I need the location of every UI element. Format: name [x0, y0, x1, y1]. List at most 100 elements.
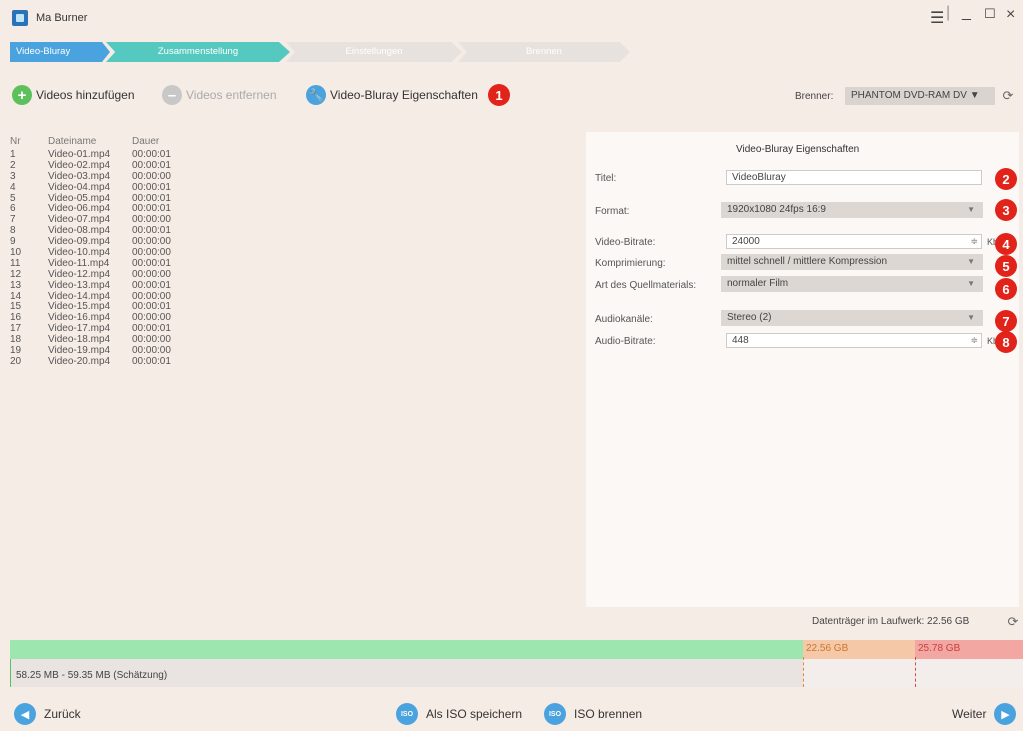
next-button[interactable]: Weiter ▶ [952, 703, 1017, 725]
wizard-steps: Video-Bluray Zusammenstellung Einstellun… [10, 42, 630, 62]
file-list: Nr Dateiname Dauer 1 Video-01.mp4 00:00:01… [8, 134, 568, 368]
row-filename: Video-04.mp4 [48, 181, 111, 193]
audio-channels-value: Stereo (2) [727, 312, 772, 323]
burn-iso-icon: ISO [544, 703, 566, 725]
badge-7: 7 [995, 310, 1017, 332]
video-bluray-properties-button[interactable]: 🔧 Video-Bluray Eigenschaften [306, 84, 478, 106]
badge-1: 1 [488, 84, 510, 106]
close-button[interactable]: × [1006, 6, 1015, 24]
row-nr: 20 [10, 355, 22, 367]
burn-iso-button[interactable]: ISO ISO brennen [544, 703, 642, 725]
titel-label: Titel: [595, 173, 617, 184]
badge-3: 3 [995, 199, 1017, 221]
audio-bitrate-input[interactable]: 448 ≑ [726, 333, 982, 348]
burner-select[interactable]: PHANTOM DVD-RAM DV ▼ [845, 87, 995, 105]
plus-icon: + [12, 85, 32, 105]
save-iso-icon: ISO [396, 703, 418, 725]
video-bitrate-value: 24000 [732, 236, 760, 247]
header-filename: Dateiname [48, 136, 97, 147]
spinner-icon[interactable]: ≑ [970, 334, 978, 347]
chevron-down-icon: ▼ [967, 279, 975, 288]
title-divider: | [946, 4, 951, 21]
audio-channels-select[interactable]: Stereo (2) ▼ [721, 310, 983, 326]
file-list-rows: 1 Video-01.mp4 00:00:01 2 Video-02.mp4 00:00:… [8, 149, 568, 368]
maximize-button[interactable]: ☐ [984, 6, 996, 22]
video-bitrate-input[interactable]: 24000 ≑ [726, 234, 982, 249]
chevron-down-icon: ▼ [967, 313, 975, 322]
video-bluray-properties-label: Video-Bluray Eigenschaften [330, 88, 478, 102]
step-einstellungen[interactable]: Einstellungen [286, 42, 462, 62]
refresh-burner-icon[interactable]: ⟳ [1000, 88, 1016, 104]
badge-6: 6 [995, 278, 1017, 300]
disk-used-segment [10, 640, 803, 659]
save-iso-button[interactable]: ISO Als ISO speichern [396, 703, 522, 725]
menu-icon[interactable]: ☰ [930, 8, 944, 28]
row-nr: 13 [10, 279, 22, 291]
badge-5: 5 [995, 255, 1017, 277]
badge-8: 8 [995, 331, 1017, 353]
remove-videos-label: Videos entfernen [186, 88, 277, 102]
arrow-left-icon: ◀ [14, 703, 36, 725]
disk-marker-1-line [803, 657, 804, 687]
step-video-bluray[interactable]: Video-Bluray [10, 42, 110, 62]
format-select[interactable]: 1920x1080 24fps 16:9 ▼ [721, 202, 983, 218]
titel-input[interactable]: VideoBluray [726, 170, 982, 185]
source-material-value: normaler Film [727, 278, 789, 289]
disk-lower-band-right [803, 659, 1023, 687]
chevron-down-icon: ▼ [967, 205, 975, 214]
minimize-button[interactable]: _ [962, 4, 971, 22]
audio-bitrate-value: 448 [732, 335, 749, 346]
properties-title: Video-Bluray Eigenschaften [736, 144, 860, 155]
bottom-nav: ◀ Zurück ISO Als ISO speichern ISO ISO b… [0, 695, 1023, 731]
app-logo-icon [12, 10, 28, 26]
properties-panel: Video-Bluray Eigenschaften Titel: VideoB… [586, 132, 1019, 607]
disk-marker-2-label: 25.78 GB [918, 643, 961, 654]
add-videos-label: Videos hinzufügen [36, 88, 135, 102]
toolbar: + Videos hinzufügen – Videos entfernen 🔧… [0, 74, 1023, 118]
table-row[interactable]: 4 Video-04.mp4 00:00:01 [8, 181, 568, 194]
source-material-label: Art des Quellmaterials: [595, 280, 697, 291]
burn-iso-label: ISO brennen [574, 707, 643, 721]
format-label: Format: [595, 206, 630, 217]
size-estimate: 58.25 MB - 59.35 MB (Schätzung) [16, 670, 168, 681]
add-videos-button[interactable]: + Videos hinzufügen [12, 84, 135, 106]
disk-usage-bar: 22.56 GB 25.78 GB [10, 640, 1023, 659]
back-label: Zurück [44, 707, 81, 721]
audio-channels-label: Audiokanäle: [595, 314, 653, 325]
app-title: Ma Burner [36, 12, 88, 24]
video-bitrate-label: Video-Bitrate: [595, 237, 656, 248]
step-brennen[interactable]: Brennen [458, 42, 630, 62]
table-row[interactable]: 20 Video-20.mp4 00:00:01 [8, 355, 568, 368]
compression-select[interactable]: mittel schnell / mittlere Kompression ▼ [721, 254, 983, 270]
audio-bitrate-label: Audio-Bitrate: [595, 336, 656, 347]
row-filename: Video-13.mp4 [48, 279, 111, 291]
disk-marker-2-line [915, 657, 916, 687]
badge-4: 4 [995, 233, 1017, 255]
source-material-select[interactable]: normaler Film ▼ [721, 276, 983, 292]
refresh-disk-icon[interactable]: ⟳ [1005, 614, 1021, 630]
header-nr: Nr [10, 136, 21, 147]
next-label: Weiter [952, 707, 987, 721]
compression-label: Komprimierung: [595, 258, 666, 269]
step-zusammenstellung[interactable]: Zusammenstellung [106, 42, 290, 62]
header-duration: Dauer [132, 136, 160, 147]
table-row[interactable]: 13 Video-13.mp4 00:00:01 [8, 279, 568, 292]
title-bar: Ma Burner ☰ | _ ☐ × [0, 0, 1023, 38]
chevron-down-icon: ▼ [967, 257, 975, 266]
disk-capacity-label: Datenträger im Laufwerk: 22.56 GB [812, 616, 970, 627]
compression-value: mittel schnell / mittlere Kompression [727, 256, 888, 267]
remove-videos-button[interactable]: – Videos entfernen [162, 84, 277, 106]
disk-current-line [10, 659, 11, 687]
wrench-icon: 🔧 [306, 85, 326, 105]
back-button[interactable]: ◀ Zurück [14, 703, 81, 725]
row-duration: 00:00:01 [132, 279, 171, 291]
format-value: 1920x1080 24fps 16:9 [727, 204, 826, 215]
spinner-icon[interactable]: ≑ [970, 235, 978, 248]
row-nr: 4 [10, 181, 16, 193]
save-iso-label: Als ISO speichern [426, 707, 523, 721]
file-list-header: Nr Dateiname Dauer [8, 134, 568, 150]
badge-2: 2 [995, 168, 1017, 190]
row-filename: Video-20.mp4 [48, 355, 111, 367]
arrow-right-icon: ▶ [994, 703, 1017, 725]
minus-icon: – [162, 85, 182, 105]
